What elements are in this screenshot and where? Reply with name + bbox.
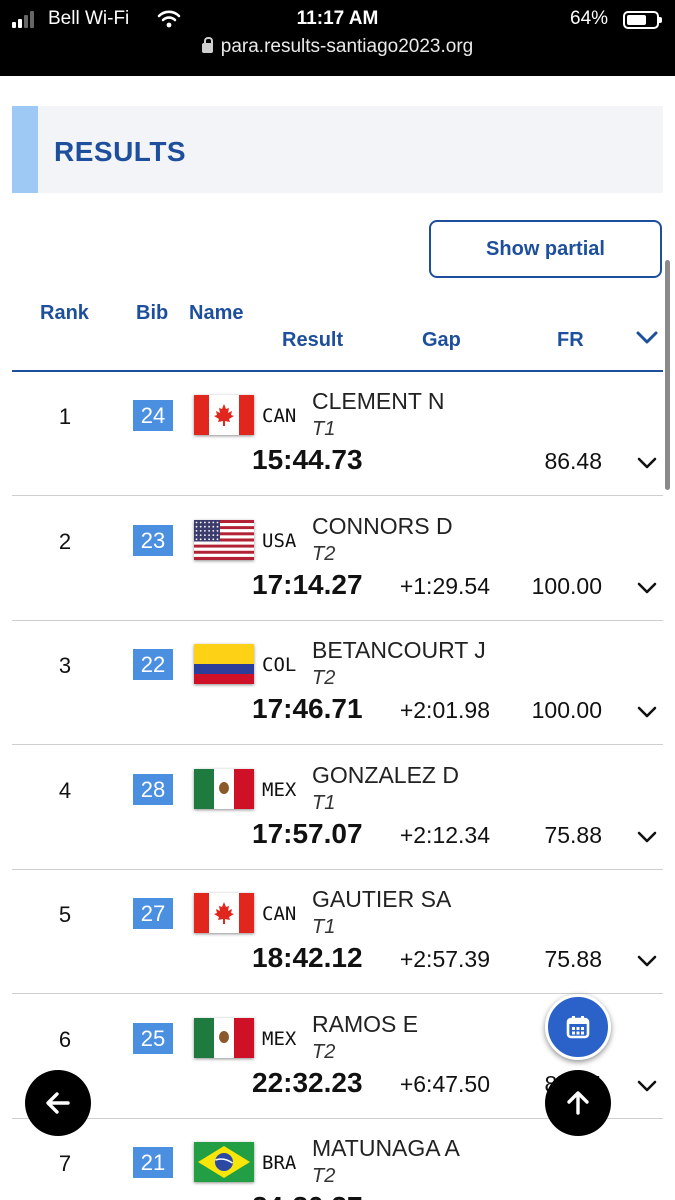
show-partial-button[interactable]: Show partial bbox=[429, 220, 662, 278]
sport-class: T1 bbox=[312, 418, 336, 440]
country-code: BRA bbox=[262, 1152, 297, 1174]
column-header-name: Name bbox=[189, 302, 244, 324]
chevron-down-icon[interactable] bbox=[637, 581, 657, 595]
rank-cell: 7 bbox=[58, 1151, 72, 1176]
scrollbar[interactable] bbox=[665, 260, 670, 490]
athlete-name[interactable]: MATUNAGA A bbox=[312, 1135, 460, 1162]
sport-class: T2 bbox=[312, 1040, 336, 1063]
country-code: CAN bbox=[262, 405, 297, 427]
athlete-name[interactable]: RAMOS E bbox=[312, 1011, 418, 1038]
fr-value: 86.48 bbox=[544, 448, 602, 474]
chevron-down-icon[interactable] bbox=[637, 1079, 657, 1093]
athlete-name[interactable]: GAUTIER SA bbox=[312, 886, 451, 913]
battery-icon bbox=[623, 11, 662, 29]
result-time: 15:44.73 bbox=[252, 444, 363, 475]
mexico-flag-icon bbox=[194, 768, 254, 809]
back-button[interactable] bbox=[25, 1070, 91, 1136]
gap-value: +2:57.39 bbox=[399, 946, 490, 972]
rank-cell: 6 bbox=[58, 1026, 72, 1052]
fr-value: 100.00 bbox=[531, 572, 602, 599]
chevron-down-icon[interactable] bbox=[636, 330, 658, 346]
result-time: 17:46.71 bbox=[252, 693, 363, 724]
page-title: RESULTS bbox=[54, 136, 187, 167]
gap-value: +6:47.50 bbox=[399, 1070, 490, 1097]
rank-cell: 5 bbox=[58, 902, 72, 927]
gap-value: +8:24.04 bbox=[352, 1195, 490, 1200]
rank-cell: 2 bbox=[58, 528, 72, 554]
sport-class: T1 bbox=[312, 916, 336, 938]
fr-value: 100.00 bbox=[512, 1195, 602, 1200]
table-row[interactable]: 1 24 CAN CLEMENT N T1 15:44.73 86.48 bbox=[12, 372, 663, 496]
sport-class: T1 bbox=[312, 791, 336, 814]
athlete-name[interactable]: CONNORS D bbox=[312, 513, 453, 540]
arrow-up-icon bbox=[567, 1091, 589, 1115]
result-time: 18:42.12 bbox=[252, 942, 363, 973]
mexico-flag-icon bbox=[194, 1017, 254, 1058]
country-code: CAN bbox=[262, 903, 297, 925]
chevron-down-icon[interactable] bbox=[637, 954, 657, 968]
bib-badge: 22 bbox=[133, 649, 173, 680]
fr-value: 75.88 bbox=[544, 946, 602, 972]
usa-flag-icon bbox=[194, 519, 254, 560]
url-text: para.results-santiago2023.org bbox=[220, 36, 474, 57]
url-bar[interactable]: para.results-santiago2023.org bbox=[0, 36, 675, 58]
chevron-down-icon[interactable] bbox=[637, 705, 657, 719]
result-time: 17:14.27 bbox=[252, 568, 363, 600]
calendar-button[interactable] bbox=[545, 994, 611, 1060]
column-header-result: Result bbox=[282, 329, 344, 351]
fr-value: 75.88 bbox=[544, 821, 602, 848]
status-bar: Bell Wi-Fi 11:17 AM 64% para.results-san… bbox=[0, 0, 675, 76]
table-row[interactable]: 2 23 USA CONNORS D T2 17:14.27 +1:29.54 100.00 bbox=[12, 497, 663, 621]
bib-badge: 21 bbox=[133, 1147, 173, 1178]
header-accent-bar bbox=[12, 106, 38, 193]
table-row[interactable]: 5 27 CAN GAUTIER SA T1 18:42.12 +2:57.39 75.88 bbox=[12, 870, 663, 994]
country-code: USA bbox=[262, 529, 297, 552]
fr-value: 100.00 bbox=[531, 697, 602, 723]
bib-badge: 25 bbox=[133, 1022, 173, 1054]
results-header: RESULTS bbox=[12, 106, 663, 193]
chevron-down-icon[interactable] bbox=[637, 830, 657, 844]
column-header-rank: Rank bbox=[40, 302, 89, 324]
sport-class: T2 bbox=[312, 1165, 336, 1187]
canada-flag-icon bbox=[194, 893, 254, 933]
athlete-name[interactable]: GONZALEZ D bbox=[312, 762, 459, 789]
rank-cell: 3 bbox=[58, 653, 72, 678]
result-time: 17:57.07 bbox=[252, 817, 363, 849]
bib-badge: 28 bbox=[133, 773, 173, 805]
scroll-top-button[interactable] bbox=[545, 1070, 611, 1136]
brazil-flag-icon bbox=[194, 1142, 254, 1182]
country-code: MEX bbox=[262, 778, 297, 801]
battery-percent: 64% bbox=[570, 8, 609, 29]
bib-badge: 27 bbox=[133, 898, 173, 929]
arrow-left-icon bbox=[46, 1092, 70, 1114]
colombia-flag-icon bbox=[194, 644, 254, 684]
bib-badge: 24 bbox=[133, 400, 173, 431]
rank-cell: 1 bbox=[58, 404, 72, 429]
result-time: 22:32.23 bbox=[252, 1066, 363, 1098]
column-header-bib: Bib bbox=[136, 302, 169, 324]
result-time: 24:30.27 bbox=[252, 1191, 363, 1200]
sport-class: T2 bbox=[312, 667, 336, 689]
athlete-name[interactable]: BETANCOURT J bbox=[312, 637, 486, 664]
gap-value: +1:29.54 bbox=[399, 572, 490, 599]
gap-value: +2:01.98 bbox=[399, 697, 490, 723]
athlete-name[interactable]: CLEMENT N bbox=[312, 388, 445, 415]
table-row[interactable]: 3 22 COL BETANCOURT J T2 17:46.71 +2:01.98 100.… bbox=[12, 621, 663, 745]
sport-class: T2 bbox=[312, 542, 336, 565]
country-code: COL bbox=[262, 654, 297, 676]
calendar-icon bbox=[566, 1016, 590, 1039]
chevron-down-icon[interactable] bbox=[637, 456, 657, 470]
lock-icon bbox=[201, 37, 213, 53]
table-row[interactable]: 4 28 MEX GONZALEZ D T1 17:57.07 +2:12.34 75.88 bbox=[12, 746, 663, 870]
canada-flag-icon bbox=[194, 395, 254, 435]
gap-value: +2:12.34 bbox=[399, 821, 490, 848]
rank-cell: 4 bbox=[58, 777, 72, 803]
country-code: MEX bbox=[262, 1027, 297, 1050]
column-header-gap: Gap bbox=[422, 329, 461, 351]
column-header-fr: FR bbox=[557, 329, 584, 351]
bib-badge: 23 bbox=[133, 524, 173, 556]
